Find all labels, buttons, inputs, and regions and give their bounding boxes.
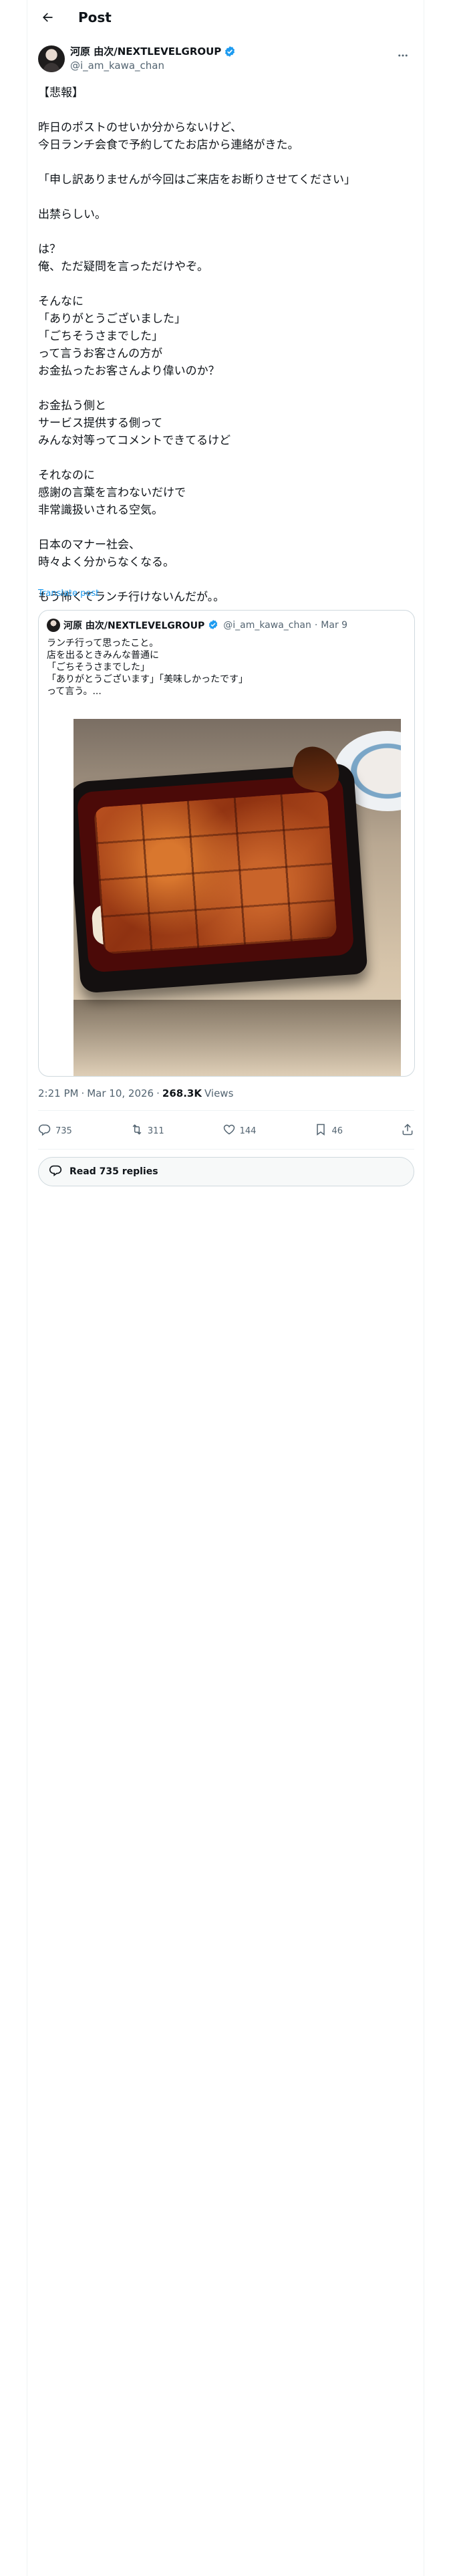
meta-separator: · [156, 1087, 160, 1099]
quoted-author-name: 河原 由次/NEXTLEVELGROUP [63, 621, 205, 631]
divider [38, 1110, 414, 1111]
reply-count: 735 [55, 1125, 72, 1136]
quoted-author-handle: @i_am_kawa_chan [223, 620, 311, 631]
reply-button[interactable]: 735 [38, 1123, 72, 1139]
bookmark-button[interactable]: 46 [314, 1123, 343, 1139]
post-meta: 2:21 PM · Mar 10, 2026 · 268.3K Views [38, 1087, 233, 1099]
replies-bubble-icon [48, 1163, 63, 1180]
unaju-box [73, 742, 368, 994]
repost-button[interactable]: 311 [130, 1123, 164, 1139]
more-options-button[interactable] [393, 47, 413, 67]
post-time[interactable]: 2:21 PM [38, 1087, 78, 1099]
like-count: 144 [239, 1125, 257, 1136]
quoted-author-avatar [47, 619, 60, 632]
reply-icon [38, 1123, 51, 1139]
read-replies-button[interactable]: Read 735 replies [38, 1157, 414, 1186]
translate-post-link[interactable]: Translate post [38, 588, 99, 599]
like-button[interactable]: 144 [222, 1123, 257, 1139]
quoted-post[interactable]: 河原 由次/NEXTLEVELGROUP @i_am_kawa_chan · M… [38, 610, 415, 1077]
bookmark-icon [314, 1123, 327, 1139]
more-icon [397, 49, 409, 64]
post-text: 【悲報】 昨日のポストのせいか分からないけど、 今日ランチ会食で予約してたお店か… [38, 86, 355, 604]
quoted-post-header: 河原 由次/NEXTLEVELGROUP @i_am_kawa_chan · M… [47, 619, 347, 632]
post-date[interactable]: Mar 10, 2026 [87, 1087, 154, 1099]
views-count: 268.3K [162, 1087, 202, 1099]
bookmark-count: 46 [331, 1125, 343, 1136]
page-title: Post [78, 9, 112, 25]
grilled-eel [94, 791, 337, 955]
quoted-separator: · [314, 620, 318, 631]
quoted-post-photo[interactable] [73, 719, 401, 1076]
author-handle[interactable]: @i_am_kawa_chan [70, 60, 364, 72]
divider [38, 1149, 414, 1150]
read-replies-label: Read 735 replies [69, 1166, 158, 1177]
repost-count: 311 [147, 1125, 164, 1136]
author-info: 河原 由次/NEXTLEVELGROUP @i_am_kawa_chan [70, 44, 364, 72]
repost-icon [130, 1123, 144, 1139]
meta-separator: · [81, 1087, 85, 1099]
author-avatar[interactable] [38, 45, 65, 72]
back-button[interactable] [35, 7, 59, 31]
author-display-name[interactable]: 河原 由次/NEXTLEVELGROUP [70, 44, 221, 58]
post-column: Post 河原 由次/NEXTLEVELGROUP @i_am_kawa_cha… [27, 0, 424, 2576]
share-icon [401, 1123, 414, 1139]
views-label: Views [204, 1087, 234, 1099]
quoted-post-date: Mar 9 [321, 620, 348, 631]
action-bar: 735 311 144 46 [38, 1115, 414, 1146]
verified-badge-icon[interactable] [224, 45, 236, 58]
like-icon [222, 1123, 236, 1139]
back-arrow-icon [41, 11, 54, 27]
page-header: Post [27, 0, 425, 37]
share-button[interactable] [401, 1123, 414, 1139]
quoted-post-text: ランチ行って思ったこと。 店を出るときみんな普通に 「ごちそうさまでした」 「あ… [47, 638, 248, 697]
verified-badge-icon [208, 619, 220, 631]
